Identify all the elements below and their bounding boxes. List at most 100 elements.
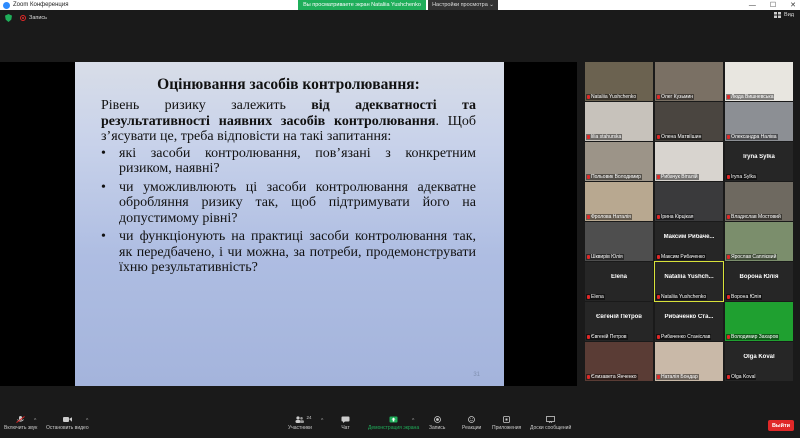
participant-name-label: Люда Вишневська	[726, 94, 775, 100]
participant-tile[interactable]: Ворона Юлія Ворона Юлія	[725, 262, 793, 301]
participant-name-label: Рибачук Віталій	[656, 174, 699, 180]
chat-bubble-icon	[341, 416, 350, 423]
participant-display-name: Максим Рибаче...	[663, 234, 715, 240]
mic-muted-icon	[587, 295, 590, 299]
participant-tile[interactable]: Владислав Мостовий	[725, 182, 793, 221]
audio-options-caret[interactable]: ^	[34, 418, 36, 424]
mic-muted-icon	[657, 335, 660, 339]
participant-name-label: Рибаченко Станіслав	[656, 334, 712, 340]
participant-tile[interactable]: Ірина Кірцікая	[655, 182, 723, 221]
slide-bullet: чи уможливлюють ці засоби контролювання …	[101, 180, 476, 227]
record-button[interactable]: Запись	[429, 416, 445, 431]
participants-options-caret[interactable]: ^	[321, 418, 323, 424]
record-icon	[20, 15, 26, 21]
participant-tile[interactable]: lilia stahurska	[585, 102, 653, 141]
mic-muted-icon	[727, 175, 730, 179]
participant-name-label: Максим Рибаченко	[656, 254, 707, 260]
participant-name-label: Польовик Володимир	[586, 174, 642, 180]
share-options-caret[interactable]: ^	[412, 418, 414, 424]
video-camera-icon	[62, 416, 72, 423]
close-button[interactable]: ✕	[790, 1, 796, 9]
participant-tile[interactable]: Наталія Бондар	[655, 342, 723, 381]
participant-name-label: Ірина Кірцікая	[656, 214, 695, 220]
chat-button[interactable]: Чат	[341, 416, 350, 431]
participant-tile[interactable]: Євгеній Петров Євгеній Петров	[585, 302, 653, 341]
reactions-button[interactable]: Реакции	[462, 416, 481, 431]
participant-tile[interactable]: Olga Koval Olga Koval	[725, 342, 793, 381]
mic-muted-icon	[587, 375, 590, 379]
participant-tile[interactable]: Фролова Наталія	[585, 182, 653, 221]
leave-meeting-button[interactable]: Выйти	[768, 420, 794, 431]
record-label: Запись	[429, 425, 446, 431]
participant-tile[interactable]: Ярослав Саплієвий	[725, 222, 793, 261]
mic-muted-icon	[727, 375, 730, 379]
zoom-window: Zoom Конференция Вы просматриваете экран…	[0, 0, 800, 438]
participant-tile[interactable]: Nataliia Yushch... Nataliia Yushchenko	[654, 261, 724, 302]
participants-count: 24	[306, 415, 312, 420]
stop-video-button[interactable]: Остановить видео	[46, 416, 89, 431]
shared-screen: Оцінювання засобів контролювання: Рівень…	[0, 62, 577, 386]
security-shield-icon[interactable]	[5, 14, 12, 22]
participant-name: Олена Матвіїшин	[661, 134, 702, 140]
participant-tile[interactable]: Рибачук Віталій	[655, 142, 723, 181]
mic-muted-icon	[587, 95, 590, 99]
presentation-slide: Оцінювання засобів контролювання: Рівень…	[75, 62, 504, 386]
participant-tile[interactable]: Elena Elena	[585, 262, 653, 301]
apps-button[interactable]: Приложения	[492, 416, 521, 431]
participant-tile[interactable]: Nataliia Yushchenko	[585, 62, 653, 101]
whiteboards-label: Доски сообщений	[530, 425, 572, 431]
unmute-button[interactable]: Включить звук	[4, 416, 37, 431]
participant-tile[interactable]: Рибаченко Ста... Рибаченко Станіслав	[655, 302, 723, 341]
zoom-logo-icon	[3, 1, 10, 9]
participant-name-label: Олег Кузьмин	[656, 94, 695, 100]
participant-name-label: Iryna Sylka	[726, 174, 757, 180]
maximize-button[interactable]: ☐	[770, 1, 776, 9]
participant-tile[interactable]: Iryna Sylka Iryna Sylka	[725, 142, 793, 181]
participant-name-label: Володимир Захаров	[726, 334, 780, 340]
participant-name-label: Олександра Наліва	[726, 134, 778, 140]
mic-muted-icon	[727, 335, 730, 339]
participants-button[interactable]: 24 Участники	[288, 415, 312, 431]
participant-display-name: Євгеній Петров	[596, 314, 642, 320]
participant-tile[interactable]: Олег Кузьмин	[655, 62, 723, 101]
mic-muted-icon	[657, 375, 660, 379]
participant-name: Наталія Бондар	[661, 374, 698, 380]
participant-tile[interactable]: Польовик Володимир	[585, 142, 653, 181]
participant-tile[interactable]: Люда Вишневська	[725, 62, 793, 101]
slide-bullets: які засоби контролювання, пов’язані з ко…	[101, 146, 476, 276]
reactions-label: Реакции	[462, 425, 482, 431]
participant-display-name: Olga Koval	[743, 354, 775, 360]
meeting-topbar: Запись Вид	[0, 10, 800, 26]
video-options-caret[interactable]: ^	[86, 418, 88, 424]
participant-tile[interactable]: Олександра Наліва	[725, 102, 793, 141]
participant-tile[interactable]: Єлизавета Янченко	[585, 342, 653, 381]
participant-name: Євгеній Петров	[591, 334, 627, 340]
whiteboards-button[interactable]: Доски сообщений	[530, 416, 571, 431]
mic-muted-icon	[657, 95, 660, 99]
participant-tile[interactable]: Олена Матвіїшин	[655, 102, 723, 141]
view-options-button[interactable]: Настройки просмотра ⌄	[428, 0, 498, 10]
participants-label: Участники	[288, 425, 312, 431]
recording-indicator[interactable]: Запись	[20, 15, 47, 21]
participant-name: Володимир Захаров	[731, 334, 779, 340]
participant-tile[interactable]: Володимир Захаров	[725, 302, 793, 341]
participant-name-label: Олена Матвіїшин	[656, 134, 703, 140]
participant-name-label: Фролова Наталія	[586, 214, 632, 220]
window-controls: — ☐ ✕	[749, 0, 796, 10]
participant-name: Nataliia Yushchenko	[591, 94, 637, 100]
whiteboard-icon	[546, 416, 556, 423]
view-button[interactable]: Вид	[774, 12, 794, 18]
share-screen-label: Демонстрация экрана	[368, 425, 420, 431]
view-label: Вид	[784, 12, 794, 18]
slide-bullet: які засоби контролювання, пов’язані з ко…	[101, 146, 476, 177]
slide-intro-text-1: Рівень ризику залежить	[101, 98, 312, 113]
stop-video-label: Остановить видео	[46, 425, 89, 431]
participant-name: Максим Рибаченко	[661, 254, 706, 260]
participant-tile[interactable]: Максим Рибаче... Максим Рибаченко	[655, 222, 723, 261]
participant-name: Рибаченко Станіслав	[661, 334, 711, 340]
participant-tile[interactable]: Шквирів Юлія	[585, 222, 653, 261]
participant-name: Ярослав Саплієвий	[731, 254, 777, 260]
minimize-button[interactable]: —	[749, 2, 756, 9]
participant-name-label: Nataliia Yushchenko	[586, 94, 638, 100]
mic-muted-icon	[727, 215, 730, 219]
